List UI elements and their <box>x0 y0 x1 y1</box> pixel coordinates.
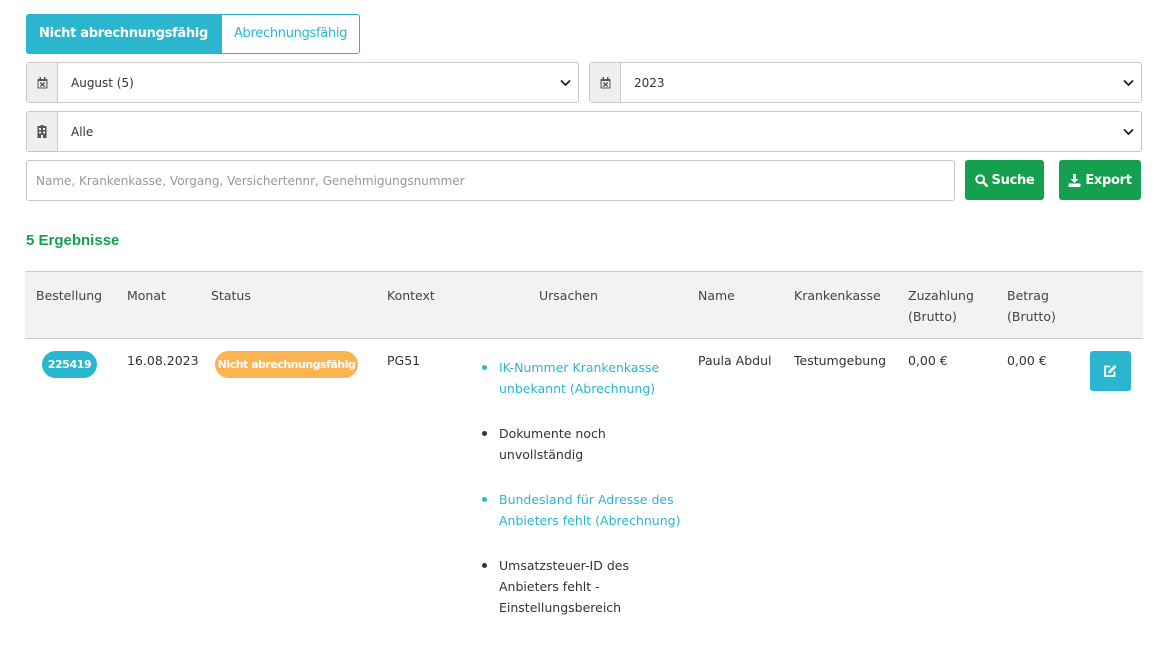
search-input[interactable] <box>26 160 955 201</box>
chevron-down-icon <box>1115 112 1141 151</box>
tab-abrechnungsfaehig[interactable]: Abrechnungsfähig <box>220 14 361 54</box>
table-header: Bestellung Monat Status Kontext Ursachen… <box>25 271 1143 339</box>
search-button-label: Suche <box>991 172 1035 188</box>
provider-select[interactable]: Alle <box>26 111 1142 152</box>
cause-item[interactable]: Bundesland für Adresse des Anbieters feh… <box>481 489 681 531</box>
row-insurer: Testumgebung <box>794 353 887 368</box>
year-select[interactable]: 2023 <box>589 62 1142 103</box>
column-header-bestellung: Bestellung <box>36 288 103 303</box>
download-icon <box>1068 173 1081 187</box>
row-context: PG51 <box>387 353 421 368</box>
row-amount: 0,00 € <box>1007 353 1047 368</box>
column-header-kontext: Kontext <box>387 288 435 303</box>
column-header-krankenkasse: Krankenkasse <box>794 288 881 303</box>
chevron-down-icon <box>1115 63 1141 102</box>
column-header-monat: Monat <box>127 288 166 303</box>
month-select-value: August (5) <box>71 75 134 90</box>
column-header-zuzahlung: Zuzahlung (Brutto) <box>908 285 974 327</box>
export-button[interactable]: Export <box>1059 160 1141 200</box>
column-header-ursachen: Ursachen <box>539 288 598 303</box>
billing-status-tabs: Nicht abrechnungsfähig Abrechnungsfähig <box>26 14 361 54</box>
calendar-icon <box>27 63 58 102</box>
column-header-betrag: Betrag (Brutto) <box>1007 285 1056 327</box>
month-select[interactable]: August (5) <box>26 62 579 103</box>
cause-item[interactable]: IK-Nummer Krankenkasse unbekannt (Abrech… <box>481 357 681 399</box>
order-number-badge[interactable]: 225419 <box>42 351 97 378</box>
edit-button[interactable] <box>1090 351 1131 391</box>
chevron-down-icon <box>552 63 578 102</box>
row-copay: 0,00 € <box>908 353 948 368</box>
row-name: Paula Abdul <box>698 353 772 368</box>
column-header-betrag-line1: Betrag <box>1007 288 1049 303</box>
column-header-betrag-line2: (Brutto) <box>1007 309 1056 324</box>
cause-item: Dokumente noch unvollständig <box>481 423 681 465</box>
column-header-zuzahlung-line2: (Brutto) <box>908 309 957 324</box>
causes-list: IK-Nummer Krankenkasse unbekannt (Abrech… <box>481 357 681 642</box>
export-button-label: Export <box>1085 172 1132 188</box>
results-count: 5 Ergebnisse <box>26 232 120 249</box>
column-header-status: Status <box>211 288 251 303</box>
search-button[interactable]: Suche <box>965 160 1044 200</box>
column-header-zuzahlung-line1: Zuzahlung <box>908 288 974 303</box>
cause-item: Umsatzsteuer-ID des Anbieters fehlt - Ei… <box>481 555 681 618</box>
status-badge: Nicht abrechnungsfähig <box>215 351 358 378</box>
search-icon <box>974 173 988 187</box>
year-select-value: 2023 <box>634 75 665 90</box>
column-header-name: Name <box>698 288 735 303</box>
tab-nicht-abrechnungsfaehig[interactable]: Nicht abrechnungsfähig <box>26 14 221 54</box>
provider-select-value: Alle <box>71 124 94 139</box>
calendar-icon <box>590 63 621 102</box>
building-icon <box>27 112 58 151</box>
row-month: 16.08.2023 <box>127 353 199 368</box>
edit-icon <box>1104 365 1117 377</box>
